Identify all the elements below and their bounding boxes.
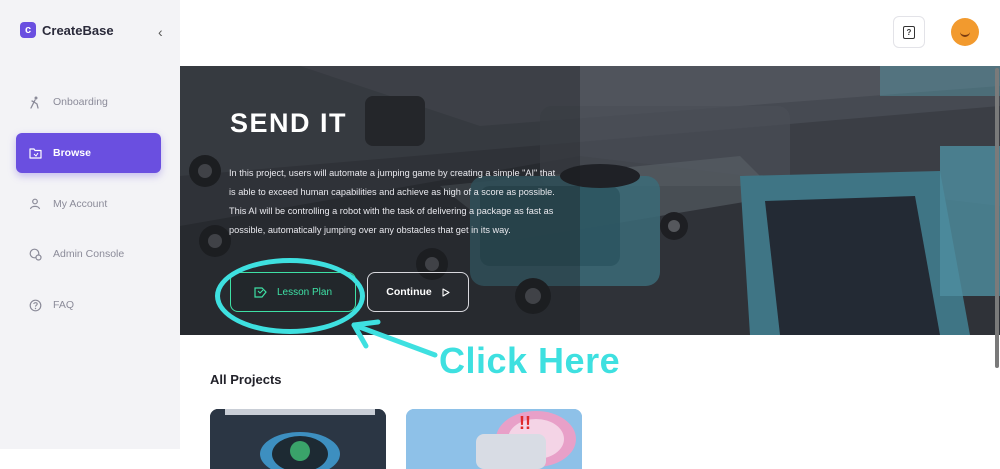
avatar[interactable] [951,18,979,46]
svg-text:!!: !! [519,413,531,433]
sidebar-item-label: Onboarding [53,96,108,108]
sidebar-item-faq[interactable]: FAQ [16,285,161,325]
all-projects-heading: All Projects [210,372,282,387]
person-walking-icon [26,96,44,109]
sidebar-item-browse[interactable]: Browse [16,133,161,173]
sidebar-item-onboarding[interactable]: Onboarding [16,82,161,122]
folder-icon [26,147,44,159]
sidebar-item-my-account[interactable]: My Account [16,184,161,224]
sidebar-item-label: FAQ [53,299,75,311]
sidebar-item-label: My Account [53,198,108,210]
question-icon [26,299,44,312]
smile-icon [960,30,970,37]
help-icon: ? [903,25,915,39]
project-thumbnail: !! [406,409,582,469]
annotation-arrow-icon [351,319,438,358]
project-card[interactable]: !! [406,409,582,469]
play-icon [442,287,450,297]
sidebar: c CreateBase ‹ Onboarding Browse My Acco… [0,0,180,449]
admin-icon [26,248,44,261]
sidebar-item-label: Admin Console [53,248,125,260]
app-logo[interactable]: c CreateBase [20,22,114,38]
sidebar-item-admin-console[interactable]: Admin Console [16,234,161,274]
project-thumbnail [210,409,386,469]
project-card[interactable] [210,409,386,469]
help-button[interactable]: ? [893,16,925,48]
project-title: SEND IT [230,108,348,138]
app-name: CreateBase [42,22,114,38]
collapse-sidebar-icon[interactable]: ‹ [158,24,163,40]
user-icon [26,198,44,210]
sidebar-item-label: Browse [53,147,91,159]
continue-label: Continue [386,286,432,298]
createbase-logo-icon: c [20,22,36,38]
annotation-click-here-text: Click Here [439,340,621,381]
project-description: In this project, users will automate a j… [229,168,556,235]
page-scrollbar[interactable] [995,68,999,368]
